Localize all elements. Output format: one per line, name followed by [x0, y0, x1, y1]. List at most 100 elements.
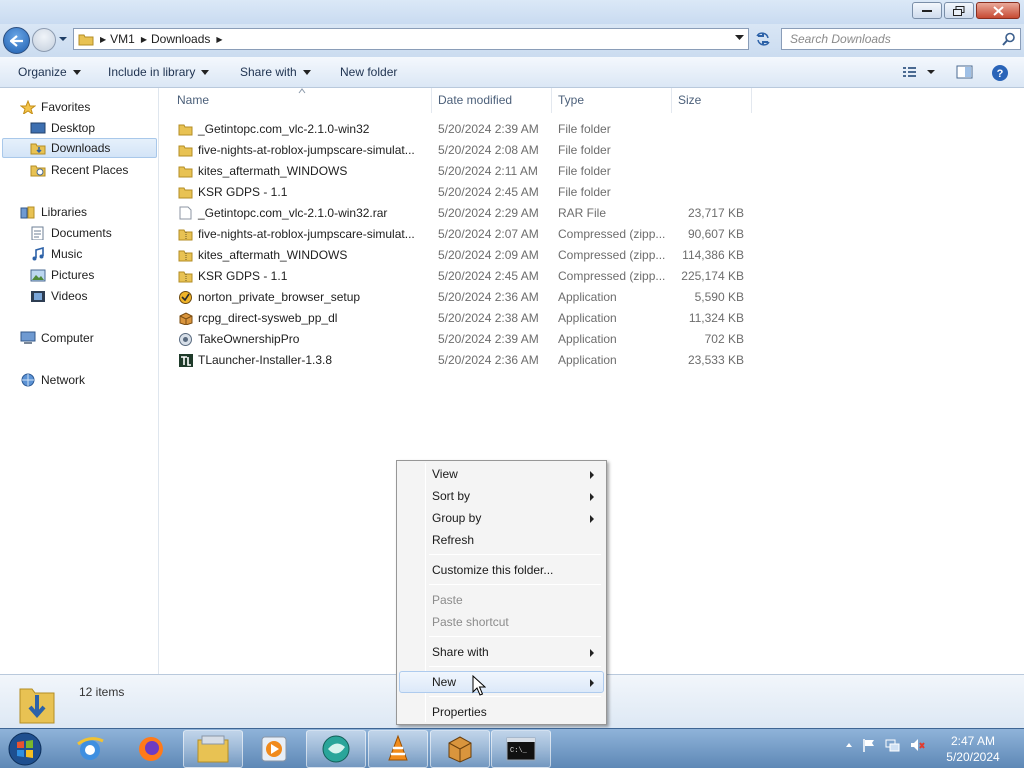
column-header-size[interactable]: Size: [678, 88, 701, 113]
breadcrumb-separator-icon[interactable]: ▶: [141, 35, 147, 44]
taskbar-command-prompt[interactable]: C:\_: [491, 730, 551, 768]
file-row[interactable]: _Getintopc.com_vlc-2.1.0-win32.rar 5/20/…: [176, 203, 756, 224]
menu-item-label: Refresh: [432, 533, 475, 547]
breadcrumb-vm1[interactable]: VM1: [110, 32, 135, 46]
breadcrumb-separator-icon[interactable]: ▶: [100, 35, 106, 44]
windows-start-icon: [8, 732, 42, 766]
column-divider[interactable]: [671, 88, 672, 113]
sidebar-item-label: Computer: [41, 331, 94, 345]
menu-item-label: Customize this folder...: [432, 563, 554, 577]
clock[interactable]: 2:47 AM 5/20/2024: [940, 733, 1006, 765]
sidebar-item-pictures[interactable]: Pictures: [30, 265, 94, 285]
organize-button[interactable]: Organize: [18, 65, 81, 79]
preview-pane-button[interactable]: [956, 64, 974, 83]
file-type: File folder: [558, 185, 611, 199]
search-input[interactable]: Search Downloads: [781, 28, 1021, 50]
file-row[interactable]: norton_private_browser_setup 5/20/2024 2…: [176, 287, 756, 308]
help-button[interactable]: ?: [991, 64, 1009, 85]
sidebar-item-network[interactable]: Network: [20, 370, 85, 390]
taskbar-vlc[interactable]: [368, 730, 428, 768]
address-bar[interactable]: ▶ VM1 ▶ Downloads ▶: [73, 28, 749, 50]
menu-item-label: View: [432, 467, 458, 481]
change-view-button[interactable]: [902, 64, 936, 83]
volume-muted-icon[interactable]: [909, 737, 925, 753]
file-date: 5/20/2024 2:45 AM: [438, 269, 539, 283]
system-tray: [845, 737, 925, 753]
taskbar-media-player[interactable]: [244, 730, 304, 768]
file-row[interactable]: five-nights-at-roblox-jumpscare-simulat.…: [176, 224, 756, 245]
file-row[interactable]: TakeOwnershipPro 5/20/2024 2:39 AM Appli…: [176, 329, 756, 350]
column-header-name[interactable]: Name: [177, 88, 209, 113]
column-header-type[interactable]: Type: [558, 88, 584, 113]
sidebar-item-documents[interactable]: Documents: [30, 223, 112, 243]
preview-pane-icon: [956, 65, 973, 79]
column-divider[interactable]: [751, 88, 752, 113]
column-divider[interactable]: [551, 88, 552, 113]
file-row[interactable]: rcpg_direct-sysweb_pp_dl 5/20/2024 2:38 …: [176, 308, 756, 329]
sidebar-item-desktop[interactable]: Desktop: [30, 118, 95, 138]
taskbar-internet-explorer[interactable]: [60, 730, 120, 768]
sidebar-item-recent-places[interactable]: Recent Places: [30, 160, 128, 180]
menu-item-sort-by[interactable]: Sort by: [399, 485, 604, 507]
menu-item-view[interactable]: View: [399, 463, 604, 485]
menu-item-new[interactable]: New: [399, 671, 604, 693]
menu-item-properties[interactable]: Properties: [399, 701, 604, 723]
help-icon: ?: [992, 65, 1008, 81]
new-folder-button[interactable]: New folder: [340, 65, 397, 79]
taskbar: C:\_ 2:47 AM 5/20/2024: [0, 728, 1024, 768]
sidebar-item-downloads[interactable]: Downloads: [2, 138, 157, 158]
mouse-pointer-icon: [472, 675, 486, 696]
column-divider[interactable]: [431, 88, 432, 113]
command-bar: Organize Include in library Share with N…: [0, 57, 1024, 88]
sidebar-item-computer[interactable]: Computer: [20, 328, 94, 348]
search-icon[interactable]: [1002, 32, 1016, 46]
close-button[interactable]: [976, 2, 1020, 19]
minimize-button[interactable]: [912, 2, 942, 19]
menu-item-share-with[interactable]: Share with: [399, 641, 604, 663]
file-type: Application: [558, 332, 617, 346]
forward-button[interactable]: [32, 28, 56, 52]
menu-item-paste[interactable]: Paste: [399, 589, 604, 611]
show-hidden-icons-icon[interactable]: [845, 741, 853, 749]
file-row[interactable]: KSR GDPS - 1.1 5/20/2024 2:45 AM Compres…: [176, 266, 756, 287]
taskbar-app-teal[interactable]: [306, 730, 366, 768]
taskbar-installer[interactable]: [430, 730, 490, 768]
menu-separator: [429, 696, 601, 697]
menu-item-refresh[interactable]: Refresh: [399, 529, 604, 551]
include-in-library-button[interactable]: Include in library: [108, 65, 210, 79]
file-row[interactable]: kites_aftermath_WINDOWS 5/20/2024 2:11 A…: [176, 161, 756, 182]
address-dropdown-icon[interactable]: [735, 35, 744, 41]
menu-item-label: Sort by: [432, 489, 471, 503]
file-date: 5/20/2024 2:39 AM: [438, 332, 539, 346]
recent-pages-dropdown[interactable]: [58, 34, 68, 44]
taskbar-firefox[interactable]: [121, 730, 181, 768]
column-header-date-modified[interactable]: Date modified: [438, 88, 512, 113]
folder-icon: [178, 124, 193, 136]
breadcrumb-separator-icon[interactable]: ▶: [216, 35, 222, 44]
sidebar-item-libraries[interactable]: Libraries: [20, 202, 87, 222]
refresh-button[interactable]: [752, 28, 774, 50]
maximize-button[interactable]: [944, 2, 974, 19]
menu-item-group-by[interactable]: Group by: [399, 507, 604, 529]
file-row[interactable]: _Getintopc.com_vlc-2.1.0-win32 5/20/2024…: [176, 119, 756, 140]
sidebar-item-music[interactable]: Music: [30, 244, 82, 264]
share-with-button[interactable]: Share with: [240, 65, 311, 79]
tlauncher-icon: [179, 354, 193, 367]
back-button[interactable]: [3, 27, 30, 54]
menu-item-paste-shortcut[interactable]: Paste shortcut: [399, 611, 604, 633]
file-row[interactable]: TLauncher-Installer-1.3.8 5/20/2024 2:36…: [176, 350, 756, 371]
breadcrumb-downloads[interactable]: Downloads: [151, 32, 210, 46]
sidebar-item-favorites[interactable]: Favorites: [20, 97, 90, 117]
sidebar-item-label: Music: [51, 247, 83, 261]
file-row[interactable]: KSR GDPS - 1.1 5/20/2024 2:45 AM File fo…: [176, 182, 756, 203]
taskbar-windows-explorer[interactable]: [183, 730, 243, 768]
start-button[interactable]: [2, 730, 48, 768]
action-center-flag-icon[interactable]: [861, 737, 877, 753]
file-date: 5/20/2024 2:39 AM: [438, 122, 539, 136]
file-row[interactable]: five-nights-at-roblox-jumpscare-simulat.…: [176, 140, 756, 161]
sidebar-item-videos[interactable]: Videos: [30, 286, 87, 306]
file-size: 23,533 KB: [687, 353, 744, 367]
menu-item-customize-folder[interactable]: Customize this folder...: [399, 559, 604, 581]
file-row[interactable]: kites_aftermath_WINDOWS 5/20/2024 2:09 A…: [176, 245, 756, 266]
network-status-icon[interactable]: [885, 737, 901, 753]
